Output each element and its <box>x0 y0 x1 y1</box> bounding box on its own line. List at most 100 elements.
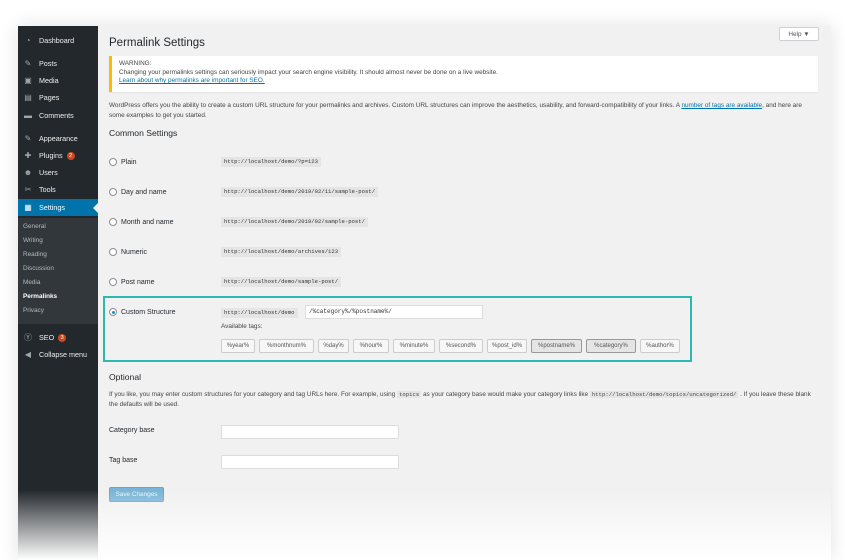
users-icon: ☻ <box>23 168 33 177</box>
option-post-name[interactable]: Post name <box>109 276 154 288</box>
category-base-input[interactable] <box>221 425 399 439</box>
example-url: http://localhost/demo/?p=123 <box>221 157 321 167</box>
desc-part: as your category base would make your ca… <box>421 391 590 398</box>
submenu-discussion[interactable]: Discussion <box>23 265 54 272</box>
option-numeric[interactable]: Numeric <box>109 246 147 258</box>
radio-button-checked[interactable] <box>109 308 117 316</box>
settings-icon: ▦ <box>24 203 32 212</box>
media-icon: ▣ <box>24 76 32 85</box>
admin-sidebar: ◔ Dashboard ✎ Posts ▣ Media ▤ Pages ▬ Co… <box>18 26 98 560</box>
submenu-permalinks[interactable]: Permalinks <box>23 293 57 300</box>
radio-button[interactable] <box>109 158 117 166</box>
nav-settings[interactable]: ▦ Settings <box>18 199 98 216</box>
notice-title: WARNING: <box>119 60 152 67</box>
submenu-reading[interactable]: Reading <box>23 251 47 258</box>
dashboard-icon: ◔ <box>25 36 31 45</box>
nav-label: Posts <box>39 59 57 68</box>
wrench-icon: ✂ <box>24 185 32 194</box>
option-day-and-name[interactable]: Day and name <box>109 186 167 198</box>
settings-submenu: General Writing Reading Discussion Media… <box>18 218 98 324</box>
collapse-menu-button[interactable]: ◀ Collapse menu <box>18 346 98 363</box>
tag-author-button[interactable]: %author% <box>640 339 680 353</box>
option-label: Numeric <box>121 248 148 256</box>
tag-year-button[interactable]: %year% <box>221 339 255 353</box>
nav-posts[interactable]: ✎ Posts <box>18 55 98 72</box>
nav-label: Appearance <box>39 134 78 143</box>
page-title: Permalink Settings <box>109 37 205 49</box>
nav-label: Pages <box>39 93 60 102</box>
available-tags-label: Available tags: <box>221 323 263 330</box>
intro-text: WordPress offers you the ability to crea… <box>109 101 809 120</box>
notice-link[interactable]: Learn about why permalinks are important… <box>119 77 811 86</box>
optional-description: If you like, you may enter custom struct… <box>109 390 821 410</box>
custom-url-prefix: http://localhost/demo <box>221 308 298 318</box>
main-content: Help ▼ Permalink Settings WARNING: Chang… <box>98 26 831 560</box>
radio-button[interactable] <box>109 278 117 286</box>
nav-label: Plugins <box>39 151 63 160</box>
tag-post-id-button[interactable]: %post_id% <box>487 339 527 353</box>
option-label: Plain <box>121 158 137 166</box>
comments-icon: ▬ <box>24 111 32 120</box>
tag-category-button[interactable]: %category% <box>586 339 636 353</box>
yoast-icon: Ⓨ <box>24 333 32 342</box>
example-url: http://localhost/demo/2019/02/11/sample-… <box>221 187 379 197</box>
pages-icon: ▤ <box>24 93 32 102</box>
help-button[interactable]: Help ▼ <box>779 27 819 41</box>
tag-minute-button[interactable]: %minute% <box>393 339 435 353</box>
custom-structure-input[interactable]: /%category%/%postname%/ <box>305 305 483 319</box>
radio-button[interactable] <box>109 248 117 256</box>
update-count-badge: 2 <box>66 151 75 160</box>
code-category-url: http://localhost/demo/topics/uncategoriz… <box>589 391 739 398</box>
tag-postname-button[interactable]: %postname% <box>531 339 582 353</box>
nav-seo[interactable]: Ⓨ SEO 3 <box>18 329 98 346</box>
nav-plugins[interactable]: ✚ Plugins 2 <box>18 147 98 164</box>
brush-icon: ✎ <box>24 134 32 143</box>
tag-base-input[interactable] <box>221 455 399 469</box>
example-url: http://localhost/demo/archives/123 <box>221 247 342 257</box>
nav-label: Comments <box>39 111 74 120</box>
nav-label: Settings <box>39 203 65 212</box>
option-label: Post name <box>121 278 155 286</box>
option-plain[interactable]: Plain <box>109 156 137 168</box>
notice-text: Changing your permalinks settings can se… <box>119 68 498 76</box>
option-label: Day and name <box>121 188 167 196</box>
nav-label: Users <box>39 168 58 177</box>
submenu-media[interactable]: Media <box>23 279 40 286</box>
save-changes-button[interactable]: Save Changes <box>109 487 164 502</box>
option-label: Custom Structure <box>121 308 176 316</box>
pin-icon: ✎ <box>24 59 32 68</box>
browser-frame: ◔ Dashboard ✎ Posts ▣ Media ▤ Pages ▬ Co… <box>18 26 831 560</box>
nav-comments[interactable]: ▬ Comments <box>18 107 98 124</box>
nav-appearance[interactable]: ✎ Appearance <box>18 130 98 147</box>
nav-media[interactable]: ▣ Media <box>18 72 98 89</box>
example-url: http://localhost/demo/2019/02/sample-pos… <box>221 217 368 227</box>
nav-dashboard[interactable]: ◔ Dashboard <box>18 32 98 49</box>
example-url: http://localhost/demo/sample-post/ <box>221 277 342 287</box>
tag-second-button[interactable]: %second% <box>439 339 483 353</box>
nav-label: Tools <box>39 185 56 194</box>
submenu-general[interactable]: General <box>23 223 46 230</box>
radio-button[interactable] <box>109 188 117 196</box>
tag-hour-button[interactable]: %hour% <box>353 339 389 353</box>
seo-count-badge: 3 <box>58 333 67 342</box>
desc-part: If you like, you may enter custom struct… <box>109 391 398 398</box>
warning-notice: WARNING: Changing your permalinks settin… <box>109 56 818 92</box>
nav-label: Media <box>39 76 59 85</box>
option-month-and-name[interactable]: Month and name <box>109 216 174 228</box>
submenu-privacy[interactable]: Privacy <box>23 307 44 314</box>
option-custom-structure[interactable]: Custom Structure <box>109 306 175 318</box>
radio-button[interactable] <box>109 218 117 226</box>
nav-users[interactable]: ☻ Users <box>18 164 98 181</box>
tag-base-label: Tag base <box>109 457 138 464</box>
tags-available-link[interactable]: number of tags are available <box>681 102 762 109</box>
tag-monthnum-button[interactable]: %monthnum% <box>259 339 314 353</box>
intro-body: WordPress offers you the ability to crea… <box>109 102 682 109</box>
nav-pages[interactable]: ▤ Pages <box>18 89 98 106</box>
nav-tools[interactable]: ✂ Tools <box>18 181 98 198</box>
optional-heading: Optional <box>109 372 142 382</box>
tag-day-button[interactable]: %day% <box>318 339 349 353</box>
plugin-icon: ✚ <box>24 151 32 160</box>
nav-label: SEO <box>39 333 55 342</box>
submenu-writing[interactable]: Writing <box>23 237 43 244</box>
category-base-label: Category base <box>109 427 155 434</box>
